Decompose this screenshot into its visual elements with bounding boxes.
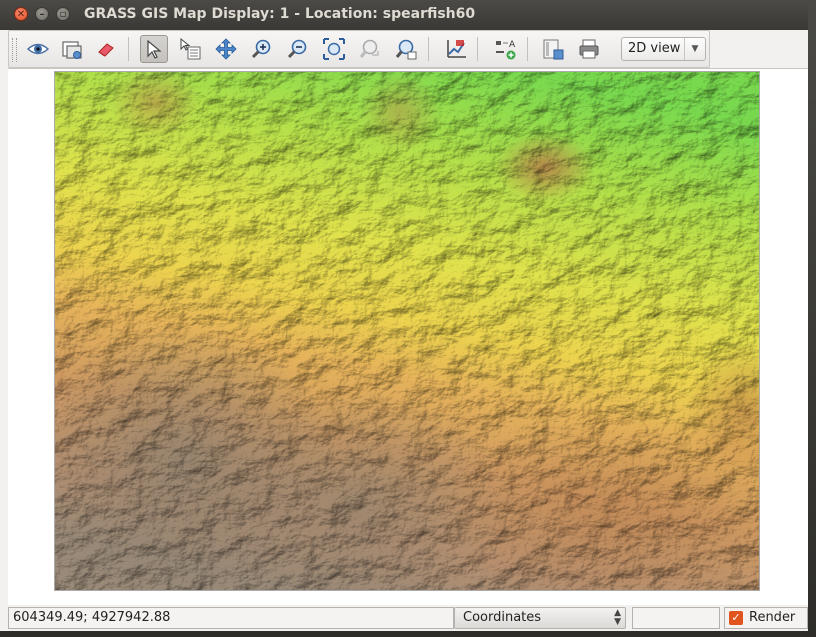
spinner-arrows-icon: ▲ ▼ bbox=[614, 608, 621, 627]
window-title: GRASS GIS Map Display: 1 - Location: spe… bbox=[84, 6, 476, 22]
eye-icon bbox=[26, 43, 50, 55]
erase-button[interactable] bbox=[92, 35, 120, 63]
analyze-icon bbox=[447, 40, 466, 58]
elevation-map[interactable] bbox=[54, 71, 760, 591]
pan-button[interactable] bbox=[212, 35, 240, 63]
zoom-back-icon bbox=[359, 39, 379, 58]
chevron-down-icon: ▼ bbox=[684, 38, 705, 60]
zoom-extent-icon bbox=[323, 38, 345, 60]
render-checkbox[interactable]: ✓ Render bbox=[724, 607, 808, 629]
zoom-back-button[interactable] bbox=[356, 35, 384, 63]
close-window-button[interactable]: ✕ bbox=[14, 7, 28, 21]
close-icon: ✕ bbox=[16, 9, 26, 20]
view-mode-select[interactable]: 2D view ▼ bbox=[621, 37, 706, 61]
zoom-extent-button[interactable] bbox=[320, 35, 348, 63]
toolbar-separator bbox=[527, 37, 528, 61]
display-map-button[interactable] bbox=[24, 35, 52, 63]
statusbar-mode-value: Coordinates bbox=[463, 610, 542, 625]
render-map-button[interactable] bbox=[58, 35, 86, 63]
zoom-out-icon bbox=[287, 39, 307, 59]
render-label: Render bbox=[749, 610, 796, 625]
title-bar[interactable]: ✕ – ▫ GRASS GIS Map Display: 1 - Locatio… bbox=[0, 0, 808, 30]
pointer-icon bbox=[147, 39, 162, 59]
overlay-icon: A bbox=[496, 40, 516, 60]
minimize-window-button[interactable]: – bbox=[35, 7, 49, 21]
render-icon bbox=[62, 41, 82, 59]
toolbar-separator bbox=[477, 37, 478, 61]
overlay-button[interactable]: A bbox=[491, 35, 519, 63]
desktop-edge bbox=[808, 0, 816, 637]
desktop-behind-window bbox=[0, 631, 808, 637]
map-canvas[interactable] bbox=[8, 68, 808, 606]
toolbar-separator bbox=[128, 37, 129, 61]
zoom-menu-icon bbox=[395, 39, 417, 60]
maximize-window-button[interactable]: ▫ bbox=[56, 7, 70, 21]
zoom-in-button[interactable] bbox=[248, 35, 276, 63]
analyze-button[interactable] bbox=[442, 35, 470, 63]
query-button[interactable] bbox=[176, 35, 204, 63]
render-progress-bar bbox=[632, 607, 720, 629]
svg-text:A: A bbox=[509, 40, 516, 50]
save-icon bbox=[543, 39, 564, 60]
shaded-relief-map bbox=[55, 72, 759, 590]
map-display-window: ✕ – ▫ GRASS GIS Map Display: 1 - Locatio… bbox=[0, 0, 808, 637]
zoom-in-icon bbox=[251, 39, 271, 59]
pan-icon bbox=[215, 38, 237, 60]
eraser-icon bbox=[98, 43, 114, 57]
print-button[interactable] bbox=[575, 35, 603, 63]
status-bar: 604349.49; 4927942.88 Coordinates ▲ ▼ ✓ R… bbox=[8, 605, 808, 631]
minimize-icon: – bbox=[39, 9, 45, 20]
toolbar-grip[interactable] bbox=[12, 38, 17, 62]
toolbar-separator bbox=[428, 37, 429, 61]
zoom-menu-button[interactable] bbox=[392, 35, 420, 63]
map-toolbar: A 2D view ▼ bbox=[8, 30, 710, 68]
maximize-icon: ▫ bbox=[59, 9, 67, 20]
print-icon bbox=[579, 39, 599, 59]
checkbox-checked-icon: ✓ bbox=[729, 611, 743, 625]
pointer-button[interactable] bbox=[140, 35, 168, 63]
view-mode-value: 2D view bbox=[628, 41, 681, 56]
query-icon bbox=[180, 37, 201, 60]
statusbar-mode-select[interactable]: Coordinates ▲ ▼ bbox=[454, 607, 626, 629]
zoom-out-button[interactable] bbox=[284, 35, 312, 63]
coordinates-readout: 604349.49; 4927942.88 bbox=[8, 607, 454, 629]
save-button[interactable] bbox=[539, 35, 567, 63]
